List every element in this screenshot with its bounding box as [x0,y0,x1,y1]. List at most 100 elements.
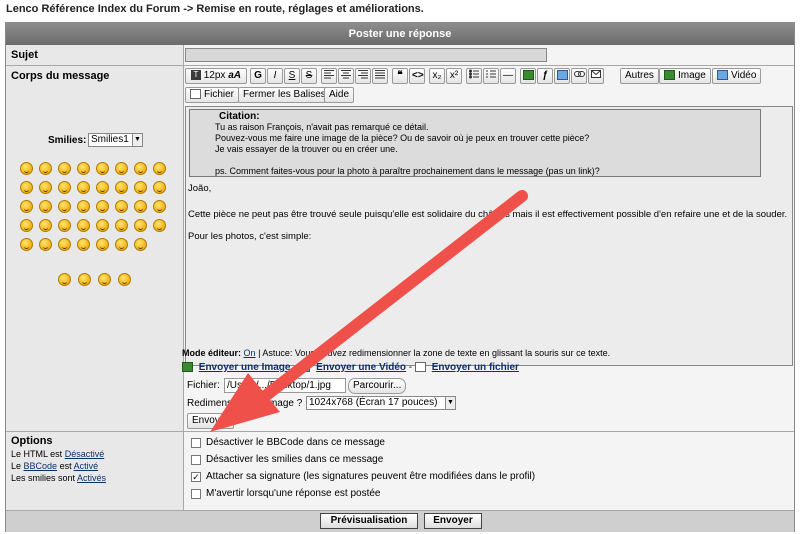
upload-send-button[interactable]: Envoyer [187,413,234,429]
quote-button[interactable]: ❝ [392,68,408,84]
close-tags-button[interactable]: Fermer les Balises [238,87,331,103]
image-button[interactable]: Image [659,68,711,84]
smiley-icon[interactable] [78,273,91,286]
align-left-button[interactable] [321,68,337,84]
align-center-button[interactable] [338,68,354,84]
smiley-icon[interactable] [115,181,128,194]
smiley-icon[interactable] [115,219,128,232]
help-button[interactable]: Aide [324,87,355,103]
smiley-icon[interactable] [134,238,147,251]
smilies-select[interactable]: Smilies1 ▼ [88,133,143,147]
smiley-icon[interactable] [39,200,52,213]
smiley-icon[interactable] [96,181,109,194]
justify-button[interactable] [372,68,388,84]
upload-links: Envoyer une Image - Envoyer une Vidéo - … [182,362,519,373]
smiley-icon[interactable] [58,219,71,232]
resize-select[interactable]: 1024x768 (Écran 17 pouces) ▼ [306,396,456,410]
numbered-list-button[interactable] [483,68,499,84]
smiley-icon[interactable] [98,273,111,286]
fichier-button[interactable]: Fichier [185,87,240,103]
smiley-icon[interactable] [58,162,71,175]
smiley-icon[interactable] [134,200,147,213]
send-file-link[interactable]: Envoyer un fichier [432,362,519,373]
superscript-button[interactable]: x² [446,68,462,84]
send-video-link[interactable]: Envoyer une Vidéo [316,362,406,373]
chevron-down-icon: ▼ [132,134,142,146]
send-image-link[interactable]: Envoyer une Image [199,362,291,373]
bbcode-link[interactable]: BBCode [24,461,58,471]
greeting: João, [188,183,212,194]
strike-button[interactable]: S [301,68,317,84]
smiley-icon[interactable] [58,273,71,286]
underline-button[interactable]: S [284,68,300,84]
link-button[interactable] [571,68,587,84]
smiley-icon[interactable] [96,238,109,251]
disable-smilies-checkbox[interactable] [191,455,201,465]
smiley-icon[interactable] [20,238,33,251]
fichier-button-label: Fichier [204,89,235,100]
smiley-icon[interactable] [77,238,90,251]
smiley-icon[interactable] [58,238,71,251]
video-button[interactable]: Vidéo [712,68,762,84]
subject-input[interactable] [185,48,547,62]
code-button[interactable]: <> [409,68,425,84]
smiley-icon[interactable] [134,181,147,194]
smiley-icon[interactable] [134,219,147,232]
hr-button[interactable]: — [500,68,516,84]
smiley-icon[interactable] [77,162,90,175]
smiley-icon[interactable] [153,219,166,232]
smiley-icon[interactable] [153,162,166,175]
smiley-icon[interactable] [58,200,71,213]
smiley-icon[interactable] [20,219,33,232]
smiley-icon[interactable] [118,273,131,286]
smiley-icon[interactable] [96,219,109,232]
bold-button[interactable]: G [250,68,266,84]
editor-mode-toggle[interactable]: On [244,348,256,358]
autres-button[interactable]: Autres [620,68,659,84]
paragraph: Pour les photos, c'est simple: [188,231,312,242]
smiley-icon[interactable] [134,162,147,175]
breadcrumb[interactable]: Lenco Référence Index du Forum -> Remise… [6,3,424,15]
disable-bbcode-checkbox[interactable] [191,438,201,448]
smiley-icon[interactable] [115,238,128,251]
smiley-icon[interactable] [115,200,128,213]
italic-button[interactable]: I [267,68,283,84]
smiley-icon[interactable] [153,181,166,194]
smiley-icon[interactable] [39,219,52,232]
video-clip-button[interactable] [554,68,570,84]
font-size-button[interactable]: T 12px aA [185,68,247,84]
smiley-icon[interactable] [77,200,90,213]
subject-label-cell: Sujet [6,45,184,65]
smiley-icon[interactable] [96,162,109,175]
flash-button[interactable]: ƒ [537,68,553,84]
smiley-icon[interactable] [39,162,52,175]
bullet-list-button[interactable] [466,68,482,84]
smiley-icon[interactable] [39,181,52,194]
smiley-icon[interactable] [77,181,90,194]
preview-button[interactable]: Prévisualisation [320,513,418,529]
subscript-button[interactable]: x₂ [429,68,445,84]
smiley-icon[interactable] [20,162,33,175]
file-path-field[interactable]: /Users/.../Desktop/1.jpg [224,378,346,393]
smiley-icon[interactable] [20,200,33,213]
smiley-icon[interactable] [96,200,109,213]
paragraph: Cette pièce ne peut pas être trouvé seul… [188,209,788,220]
message-editor[interactable]: Citation: Tu as raison François, n'avait… [185,106,793,366]
smiley-icon[interactable] [77,219,90,232]
html-status-prefix: Le HTML est [11,449,63,459]
smilies-label: Smilies: [48,135,87,146]
align-right-button[interactable] [355,68,371,84]
browse-button[interactable]: Parcourir... [348,378,407,394]
attach-signature-checkbox[interactable]: ✓ [191,472,201,482]
insert-image-button[interactable] [520,68,536,84]
smiley-icon[interactable] [39,238,52,251]
submit-button[interactable]: Envoyer [424,513,482,529]
smiley-icon[interactable] [115,162,128,175]
smiley-icon[interactable] [58,181,71,194]
smiley-icon[interactable] [153,200,166,213]
options-label-cell: Options Le HTML est Désactivé Le BBCode … [6,432,184,510]
notify-reply-checkbox[interactable] [191,489,201,499]
email-button[interactable] [588,68,604,84]
notify-reply-label: M'avertir lorsqu'une réponse est postée [206,488,381,499]
smiley-icon[interactable] [20,181,33,194]
